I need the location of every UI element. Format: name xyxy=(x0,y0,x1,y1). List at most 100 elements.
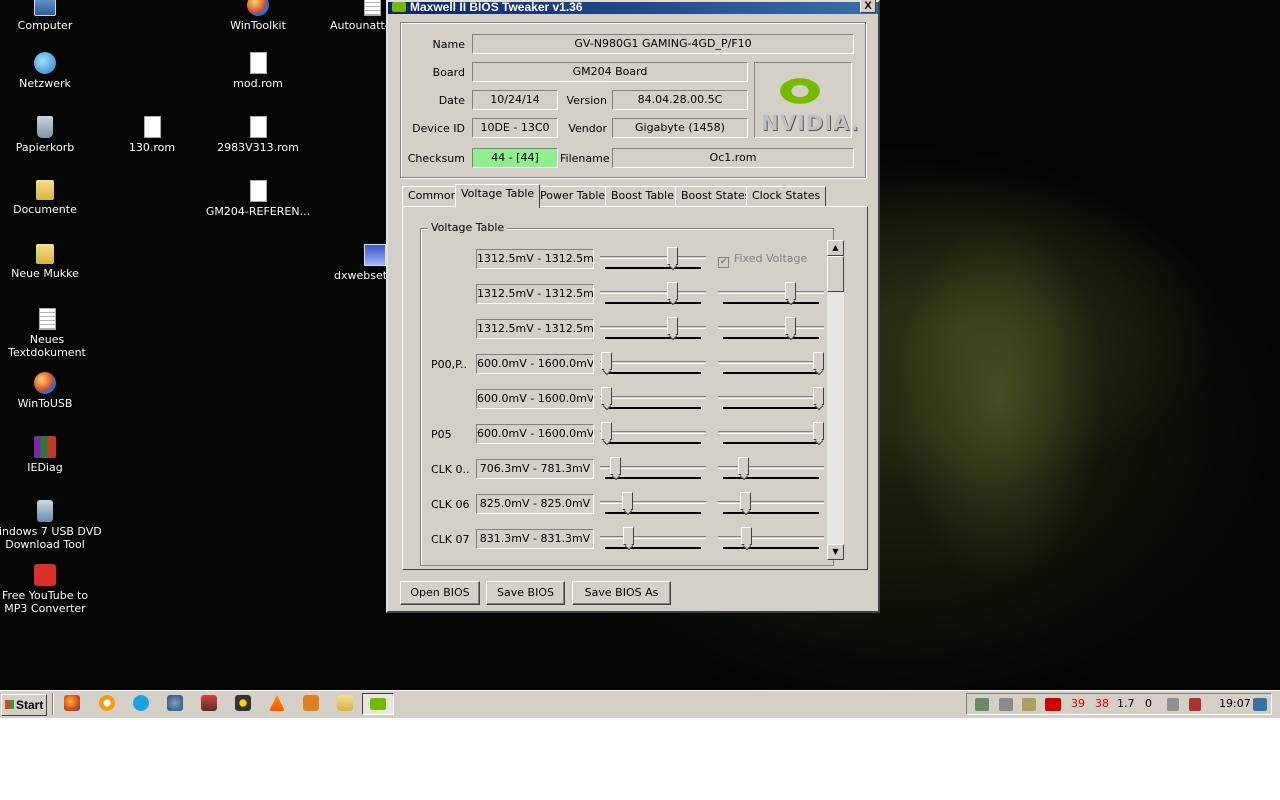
min-voltage-slider[interactable] xyxy=(600,387,706,409)
slider-thumb[interactable] xyxy=(666,317,678,335)
slider-thumb[interactable] xyxy=(739,492,751,510)
desktop-icon-mod-rom[interactable]: mod.rom xyxy=(203,52,313,90)
save-bios-as-button[interactable]: Save BIOS As xyxy=(572,581,671,605)
desktop-icon-2983v313-rom[interactable]: 2983V313.rom xyxy=(203,116,313,154)
slider-thumb[interactable] xyxy=(610,457,622,475)
voltage-range-field[interactable]: 1312.5mV - 1312.5mV xyxy=(476,249,594,269)
slider-thumb[interactable] xyxy=(621,492,633,510)
slider-thumb[interactable] xyxy=(622,527,634,545)
slider-thumb[interactable] xyxy=(740,527,752,545)
slider-thumb[interactable] xyxy=(784,282,796,300)
slider-thumb[interactable] xyxy=(666,282,678,300)
desktop-icon-130-rom[interactable]: 130.rom xyxy=(97,116,207,154)
settings-icon[interactable] xyxy=(235,695,251,711)
slider-thumb[interactable] xyxy=(601,387,612,405)
voltage-table-scrollbar[interactable]: ▲ ▼ xyxy=(827,240,844,560)
filename-field[interactable]: Oc1.rom xyxy=(612,148,854,168)
tab-voltage-table[interactable]: Voltage Table xyxy=(455,184,541,208)
scroll-up-arrow-icon[interactable]: ▲ xyxy=(827,240,844,256)
desktop-icon-dxwebsetup[interactable]: dxwebsetu xyxy=(310,244,386,282)
slider-thumb[interactable] xyxy=(813,387,824,405)
slider-thumb[interactable] xyxy=(737,457,749,475)
device-tray-icon[interactable] xyxy=(999,698,1013,711)
title-bar[interactable]: Maxwell II BIOS Tweaker v1.36 X xyxy=(388,0,878,14)
board-field[interactable]: GM204 Board xyxy=(472,62,748,82)
desktop-icon-wintoolkit[interactable]: WinToolkit xyxy=(203,0,313,32)
min-voltage-slider[interactable] xyxy=(600,527,706,549)
taskbar-bios-tweaker-button[interactable] xyxy=(362,693,394,715)
desktop-icon-documente[interactable]: Documente xyxy=(0,180,100,216)
usb-tray-icon[interactable] xyxy=(1189,698,1201,711)
min-voltage-slider[interactable] xyxy=(600,282,706,304)
network-tray-icon[interactable] xyxy=(975,698,989,711)
tab-power-table[interactable]: Power Table xyxy=(534,186,612,206)
firefox-icon[interactable] xyxy=(64,695,80,711)
show-desktop-icon[interactable] xyxy=(1253,698,1267,711)
media-icon[interactable] xyxy=(303,695,319,711)
max-voltage-slider[interactable] xyxy=(718,492,824,514)
save-bios-button[interactable]: Save BIOS xyxy=(486,581,565,605)
volume-icon[interactable] xyxy=(1167,698,1179,711)
desktop-icon-netzwerk[interactable]: Netzwerk xyxy=(0,52,100,90)
open-bios-button[interactable]: Open BIOS xyxy=(400,581,480,605)
desktop-icon-wintousb[interactable]: WinToUSB xyxy=(0,372,100,410)
tab-boost-states[interactable]: Boost States xyxy=(675,186,757,206)
desktop-icon-computer[interactable]: Computer xyxy=(0,0,100,32)
date-field[interactable]: 10/24/14 xyxy=(472,90,558,110)
max-voltage-slider[interactable] xyxy=(718,387,824,409)
slider-thumb[interactable] xyxy=(601,352,612,370)
min-voltage-slider[interactable] xyxy=(600,247,706,269)
min-voltage-slider[interactable] xyxy=(600,352,706,374)
fixed-voltage-checkbox[interactable]: ✔ Fixed Voltage xyxy=(718,252,807,268)
vlc-like-icon[interactable] xyxy=(99,695,115,711)
start-button[interactable]: Start xyxy=(1,694,47,716)
version-field[interactable]: 84.04.28.00.5C xyxy=(612,90,748,110)
scroll-down-arrow-icon[interactable]: ▼ xyxy=(827,544,844,560)
slider-thumb[interactable] xyxy=(813,422,824,440)
explorer-icon[interactable] xyxy=(337,695,353,711)
min-voltage-slider[interactable] xyxy=(600,492,706,514)
max-voltage-slider[interactable] xyxy=(718,422,824,444)
tools-tray-icon[interactable] xyxy=(1022,698,1036,711)
min-voltage-slider[interactable] xyxy=(600,457,706,479)
voltage-range-field[interactable]: 831.3mV - 831.3mV xyxy=(476,529,594,549)
device-id-field[interactable]: 10DE - 13C0 xyxy=(472,118,558,138)
desktop-icon-usb-dvd-tool[interactable]: Windows 7 USB DVD Download Tool xyxy=(0,500,102,551)
min-voltage-slider[interactable] xyxy=(600,317,706,339)
desktop-icon-mp3-converter[interactable]: Free YouTube to MP3 Converter xyxy=(0,564,100,615)
desktop-icon-autounattend[interactable]: Autounatte xyxy=(310,0,386,32)
tab-boost-table[interactable]: Boost Table xyxy=(605,186,680,206)
name-field[interactable]: GV-N980G1 GAMING-4GD_P/F10 xyxy=(472,34,854,54)
desktop-icon-papierkorb[interactable]: Papierkorb xyxy=(0,116,100,154)
desktop-icon-neue-mukke[interactable]: Neue Mukke xyxy=(0,244,100,280)
voltage-range-field[interactable]: 1312.5mV - 1312.5mV xyxy=(476,319,594,339)
max-voltage-slider[interactable] xyxy=(718,457,824,479)
slider-thumb[interactable] xyxy=(813,352,824,370)
tab-clock-states[interactable]: Clock States xyxy=(746,186,827,206)
slider-thumb[interactable] xyxy=(666,247,678,265)
slider-thumb[interactable] xyxy=(784,317,796,335)
voltage-range-field[interactable]: 600.0mV - 1600.0mV xyxy=(476,389,594,409)
max-voltage-slider[interactable] xyxy=(718,527,824,549)
checksum-field[interactable]: 44 - [44] xyxy=(472,148,558,168)
voltage-range-field[interactable]: 600.0mV - 1600.0mV xyxy=(476,424,594,444)
voltage-range-field[interactable]: 825.0mV - 825.0mV xyxy=(476,494,594,514)
min-voltage-slider[interactable] xyxy=(600,422,706,444)
close-button[interactable]: X xyxy=(860,0,876,13)
max-voltage-slider[interactable] xyxy=(718,317,824,339)
desktop-icon-neues-textdokument[interactable]: Neues Textdokument xyxy=(0,308,104,359)
skype-icon[interactable] xyxy=(133,695,149,711)
slider-thumb[interactable] xyxy=(601,422,612,440)
scroll-thumb[interactable] xyxy=(827,256,844,292)
audio-icon[interactable] xyxy=(167,695,183,711)
ati-tray-icon[interactable] xyxy=(1045,698,1061,711)
voltage-range-field[interactable]: 706.3mV - 781.3mV xyxy=(476,459,594,479)
clock[interactable]: 19:07 xyxy=(1219,697,1251,710)
max-voltage-slider[interactable] xyxy=(718,282,824,304)
app-icon[interactable] xyxy=(201,695,217,711)
desktop-icon-gm204-reference[interactable]: GM204-REFEREN... xyxy=(203,180,313,218)
voltage-range-field[interactable]: 1312.5mV - 1312.5mV xyxy=(476,284,594,304)
desktop-icon-iediag[interactable]: IEDiag xyxy=(0,436,100,474)
vendor-field[interactable]: Gigabyte (1458) xyxy=(612,118,748,138)
voltage-range-field[interactable]: 600.0mV - 1600.0mV xyxy=(476,354,594,374)
